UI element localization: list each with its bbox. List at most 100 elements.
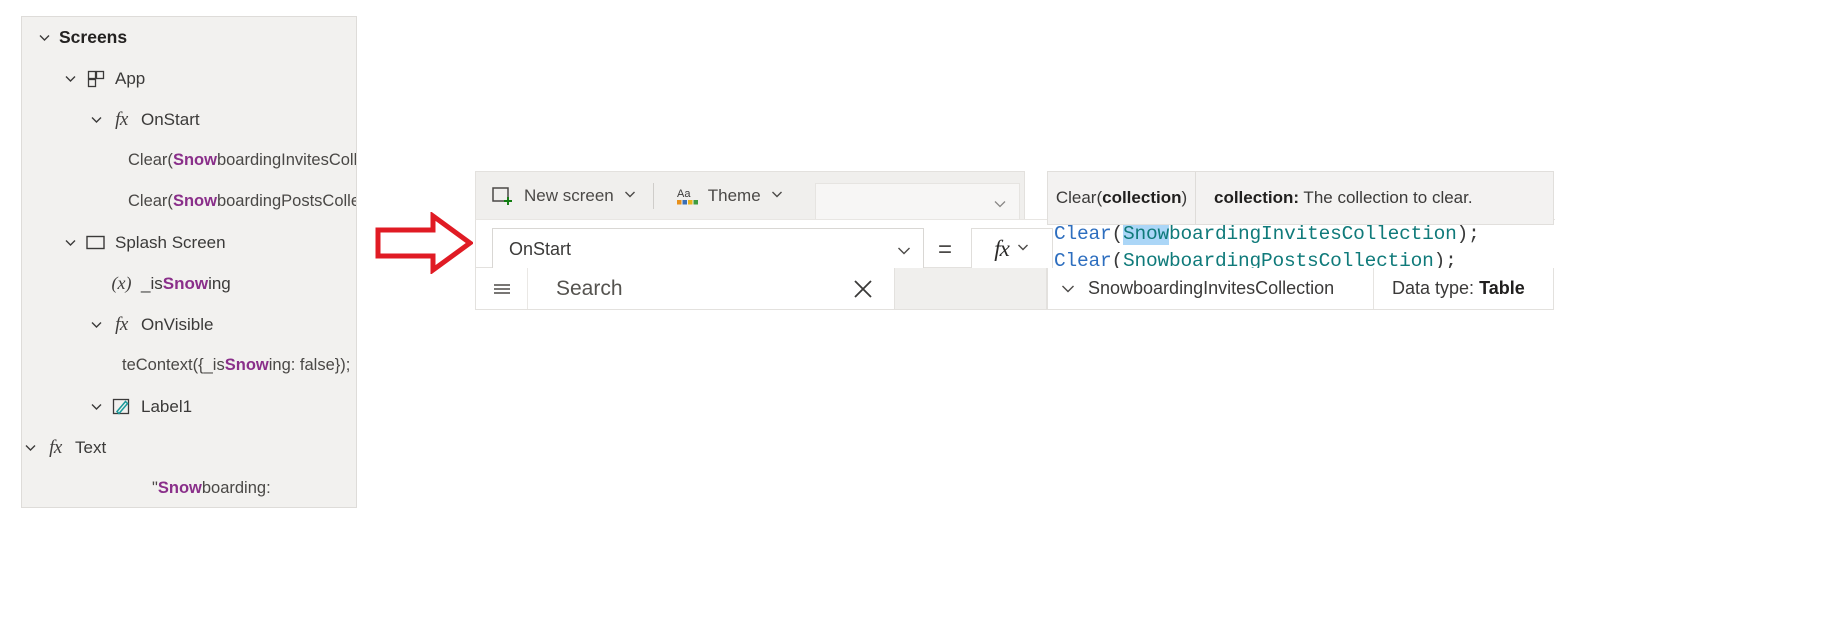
- toolbar-divider: [652, 182, 654, 209]
- new-screen-plus-icon: [490, 184, 514, 208]
- fx-icon: fx: [115, 313, 128, 335]
- tree-item-label: Screens: [59, 27, 128, 47]
- code-text-pre: teContext({_is: [122, 356, 225, 374]
- close-icon[interactable]: [832, 268, 894, 309]
- toolbar-spacer: [895, 268, 1047, 310]
- data-type-value: Table: [1479, 278, 1525, 298]
- tree-item-label: App: [115, 68, 146, 88]
- code-paren: (: [1111, 250, 1124, 268]
- new-screen-button[interactable]: New screen: [476, 172, 647, 220]
- chevron-down-icon[interactable]: [88, 111, 105, 128]
- equals-sign: =: [938, 236, 953, 263]
- chevron-down-icon[interactable]: [88, 316, 105, 333]
- code-paren: (: [1111, 223, 1124, 245]
- code-text-pre: Clear(: [128, 192, 173, 210]
- variable-name-post: ing: [208, 273, 231, 293]
- chevron-down-icon[interactable]: [1016, 240, 1030, 259]
- tree-item-label1[interactable]: Label1: [22, 386, 356, 427]
- parameter-name: collection:: [1214, 188, 1300, 207]
- chevron-down-icon[interactable]: [993, 197, 1007, 216]
- theme-button[interactable]: Aa Theme: [660, 172, 794, 220]
- code-close-paren: );: [1456, 223, 1480, 245]
- property-select-value: OnStart: [509, 238, 572, 259]
- theme-aa-icon: Aa: [674, 184, 698, 208]
- chevron-down-icon[interactable]: [896, 243, 912, 264]
- code-function-name: Clear: [1054, 223, 1112, 245]
- fx-icon: fx: [49, 436, 62, 458]
- chevron-down-icon[interactable]: [1048, 281, 1088, 297]
- parameter-text: The collection to clear.: [1299, 188, 1473, 207]
- search-input[interactable]: Search: [528, 277, 832, 301]
- tree-item-label: OnStart: [141, 109, 200, 129]
- search-match-highlight: Snow: [224, 356, 269, 374]
- search-bar[interactable]: Search: [475, 268, 895, 310]
- code-text-post: boarding:: [201, 479, 271, 497]
- intellisense-suggestion-row[interactable]: SnowboardingInvitesCollection Data type:…: [1047, 268, 1554, 310]
- label-edit-icon: [111, 396, 132, 417]
- code-text-post: boardingInvitesColle...: [216, 151, 357, 169]
- tree-item-app[interactable]: App: [22, 58, 356, 99]
- tree-view-panel[interactable]: Screens App fx OnStart Clear(Snow boardin…: [21, 16, 357, 508]
- tree-item-label: OnVisible: [141, 314, 214, 334]
- search-match-highlight: Snow: [172, 151, 217, 169]
- code-close-paren: );: [1433, 250, 1457, 268]
- tree-item-onstart[interactable]: fx OnStart: [22, 99, 356, 140]
- code-function-name: Clear: [1054, 250, 1112, 268]
- tree-item-screens[interactable]: Screens: [22, 17, 356, 58]
- search-match-highlight: Snow: [172, 192, 217, 210]
- tree-item-code[interactable]: Clear(SnowboardingPostsCollec...: [22, 181, 356, 222]
- chevron-down-icon[interactable]: [88, 398, 105, 415]
- tree-item-code[interactable]: Clear(SnowboardingInvitesColle...: [22, 140, 356, 181]
- tree-item-onvisible[interactable]: fx OnVisible: [22, 304, 356, 345]
- formula-code-editor[interactable]: Clear(SnowboardingInvitesCollection); Cl…: [1053, 220, 1555, 268]
- property-select[interactable]: OnStart: [492, 228, 924, 270]
- tree-item-label: Text: [75, 437, 107, 457]
- fx-icon: fx: [994, 236, 1010, 261]
- toolbar-empty-dropdown[interactable]: [815, 183, 1020, 220]
- tree-item-splash-screen[interactable]: Splash Screen: [22, 222, 356, 263]
- code-identifier: SnowboardingPostsCollection: [1123, 250, 1434, 268]
- tree-item-variable[interactable]: (x) _is Snow ing: [22, 263, 356, 304]
- chevron-down-icon[interactable]: [62, 70, 79, 87]
- code-text-pre: Clear(: [128, 151, 173, 169]
- new-screen-label: New screen: [524, 185, 614, 205]
- fx-expand-button[interactable]: fx: [971, 228, 1053, 270]
- signature-post: ): [1181, 188, 1188, 207]
- chevron-down-icon[interactable]: [36, 29, 53, 46]
- code-selected-text: Snow: [1123, 223, 1170, 245]
- svg-text:Aa: Aa: [677, 188, 691, 200]
- variable-name-pre: _is: [141, 273, 163, 293]
- hamburger-icon[interactable]: [476, 268, 528, 309]
- code-identifier: boardingInvitesCollection: [1169, 223, 1457, 245]
- tree-item-code[interactable]: teContext({_is Snow ing: false});: [22, 345, 356, 386]
- code-text-post: ing: false});: [268, 356, 351, 374]
- suggestion-data-type: Data type: Table: [1373, 268, 1553, 309]
- studio-toolbar: New screen Aa Theme: [475, 171, 1025, 220]
- function-signature: Clear(collection): [1048, 172, 1196, 224]
- screen-icon: [85, 232, 106, 253]
- tree-item-code[interactable]: " Snow boarding:: [22, 468, 356, 507]
- variable-x-icon: (x): [111, 273, 132, 293]
- signature-param: collection: [1102, 188, 1182, 207]
- parameter-description: collection: The collection to clear.: [1196, 188, 1553, 208]
- search-match-highlight: Snow: [157, 479, 202, 497]
- search-match-highlight: Snow: [162, 273, 209, 293]
- code-line: Clear(SnowboardingInvitesCollection);: [1054, 223, 1480, 245]
- theme-label: Theme: [707, 185, 761, 205]
- chevron-down-icon[interactable]: [623, 186, 637, 206]
- tree-item-label: Label1: [141, 396, 193, 416]
- app-grid-icon: [85, 68, 106, 89]
- chevron-down-icon[interactable]: [22, 439, 39, 456]
- chevron-down-icon[interactable]: [770, 186, 784, 206]
- code-text-post: boardingPostsCollec...: [216, 192, 356, 210]
- signature-pre: Clear(: [1055, 188, 1103, 207]
- suggestion-name[interactable]: SnowboardingInvitesCollection: [1088, 278, 1373, 299]
- code-line: Clear(SnowboardingPostsCollection);: [1054, 250, 1457, 268]
- data-type-label: Data type:: [1392, 278, 1475, 298]
- red-right-arrow-annotation: [375, 211, 475, 279]
- intellisense-tooltip: Clear(collection) collection: The collec…: [1047, 171, 1554, 225]
- chevron-down-icon[interactable]: [62, 234, 79, 251]
- tree-item-text-property[interactable]: fx Text: [22, 427, 356, 468]
- fx-icon: fx: [115, 108, 128, 130]
